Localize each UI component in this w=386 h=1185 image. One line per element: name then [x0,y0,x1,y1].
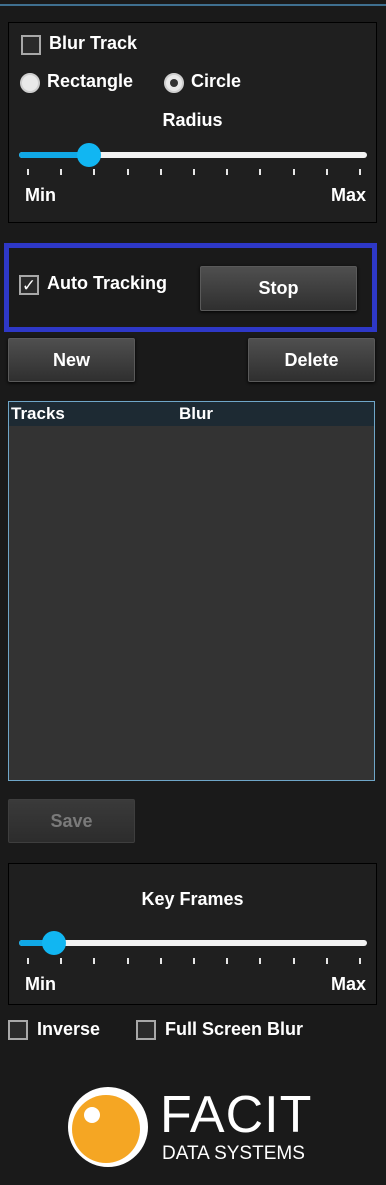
slider-tick [359,958,361,964]
slider-tick [193,169,195,175]
save-button[interactable]: Save [8,799,135,843]
top-divider [0,4,386,6]
tracks-table[interactable]: Tracks Blur [8,401,375,781]
rectangle-radio[interactable] [20,73,40,93]
auto-tracking-label: Auto Tracking [47,273,168,293]
slider-tick [226,169,229,175]
radius-slider-thumb[interactable] [76,143,101,167]
slider-tick [292,169,295,175]
inverse-label: Inverse [37,1019,101,1039]
slider-tick [292,958,295,964]
logo-name: FACIT [160,1086,313,1144]
full-screen-blur-label: Full Screen Blur [165,1019,304,1039]
radius-min-label: Min [25,185,56,205]
facit-logo: FACIT DATA SYSTEMS [66,1085,326,1169]
slider-tick [60,958,63,964]
key-frames-slider-ticks [27,958,361,964]
slider-tick [27,169,29,175]
slider-tick [159,169,162,175]
blur-track-checkbox[interactable] [21,35,41,55]
slider-tick [93,958,96,964]
slider-tick [359,169,361,175]
radius-slider[interactable] [19,143,367,167]
radius-slider-ticks [27,169,361,175]
key-frames-min-label: Min [25,974,56,994]
inverse-checkbox[interactable] [8,1020,28,1040]
blur-track-label: Blur Track [49,33,138,53]
slider-tick [126,958,129,964]
blur-column-header[interactable]: Blur [179,404,213,424]
key-frames-slider-thumb[interactable] [41,931,66,955]
key-frames-panel: Key Frames Min Max [8,863,377,1005]
facit-logo-icon [68,1087,148,1167]
radius-label: Radius [162,110,223,130]
slider-tick [126,169,129,175]
key-frames-slider[interactable] [19,931,367,955]
slider-tick [259,958,262,964]
auto-tracking-checkbox[interactable]: ✓ [19,275,39,295]
radius-max-label: Max [330,185,366,205]
slider-tick [325,958,328,964]
circle-radio[interactable] [164,73,184,93]
full-screen-blur-checkbox[interactable] [136,1020,156,1040]
key-frames-label: Key Frames [141,889,244,909]
tracks-table-header: Tracks Blur [9,402,374,426]
key-frames-max-label: Max [330,974,366,994]
slider-tick [93,169,96,175]
stop-button[interactable]: Stop [200,266,357,311]
blur-settings-panel: Blur Track Rectangle Circle Radius Min M… [8,22,377,223]
slider-tick [193,958,195,964]
slider-tick [159,958,162,964]
tracks-column-header[interactable]: Tracks [11,404,65,424]
rectangle-label: Rectangle [47,71,134,91]
delete-button[interactable]: Delete [248,338,375,382]
slider-tick [226,958,229,964]
slider-tick [325,169,328,175]
logo-tagline: DATA SYSTEMS [162,1143,305,1164]
slider-tick [60,169,63,175]
circle-label: Circle [191,71,242,91]
slider-tick [259,169,262,175]
slider-tick [27,958,29,964]
new-button[interactable]: New [8,338,135,382]
